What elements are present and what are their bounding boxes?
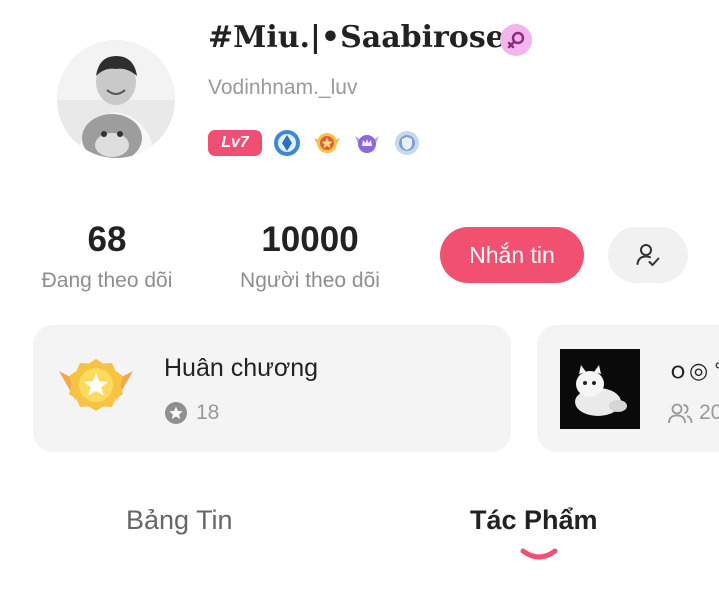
group-members: 20 [667, 401, 719, 425]
star-badge-icon [165, 402, 187, 424]
following-count[interactable]: 68 [60, 220, 154, 260]
message-button[interactable]: Nhắn tin [440, 227, 584, 283]
user-check-icon [636, 244, 660, 266]
group-thumbnail [560, 349, 640, 429]
tab-active-indicator [520, 548, 558, 560]
avatar-photo [57, 40, 175, 158]
silver-shield-medal-icon[interactable] [392, 128, 422, 158]
follow-status-button[interactable] [608, 227, 688, 283]
purple-crown-medal-icon[interactable] [352, 128, 382, 158]
gold-star-medal-icon[interactable] [312, 128, 342, 158]
avatar[interactable] [57, 40, 175, 158]
diamond-medal-icon[interactable] [272, 128, 302, 158]
honor-title: Huân chương [164, 354, 319, 382]
group-member-count: 20 [699, 401, 719, 424]
username: Vodinhnam._luv [208, 76, 358, 99]
group-name: ｏ◎ ° [667, 358, 719, 383]
following-label[interactable]: Đang theo dõi [27, 269, 187, 293]
honor-count-value: 18 [196, 401, 220, 424]
display-name: #Miu.|•Saabirose• [208, 20, 524, 55]
gold-star-medal-icon [59, 359, 133, 411]
followers-label[interactable]: Người theo dõi [225, 269, 395, 293]
honor-count: 18 [164, 401, 219, 425]
honor-card[interactable]: Huân chương 18 [33, 325, 511, 452]
tab-feed[interactable]: Bảng Tin [126, 505, 233, 536]
followers-count[interactable]: 10000 [240, 220, 380, 260]
level-badge[interactable]: Lv7 [208, 130, 262, 156]
tab-works[interactable]: Tác Phẩm [470, 505, 598, 536]
people-icon [668, 403, 693, 424]
female-icon [500, 24, 532, 56]
group-card[interactable]: ｏ◎ ° 20 [537, 325, 719, 452]
